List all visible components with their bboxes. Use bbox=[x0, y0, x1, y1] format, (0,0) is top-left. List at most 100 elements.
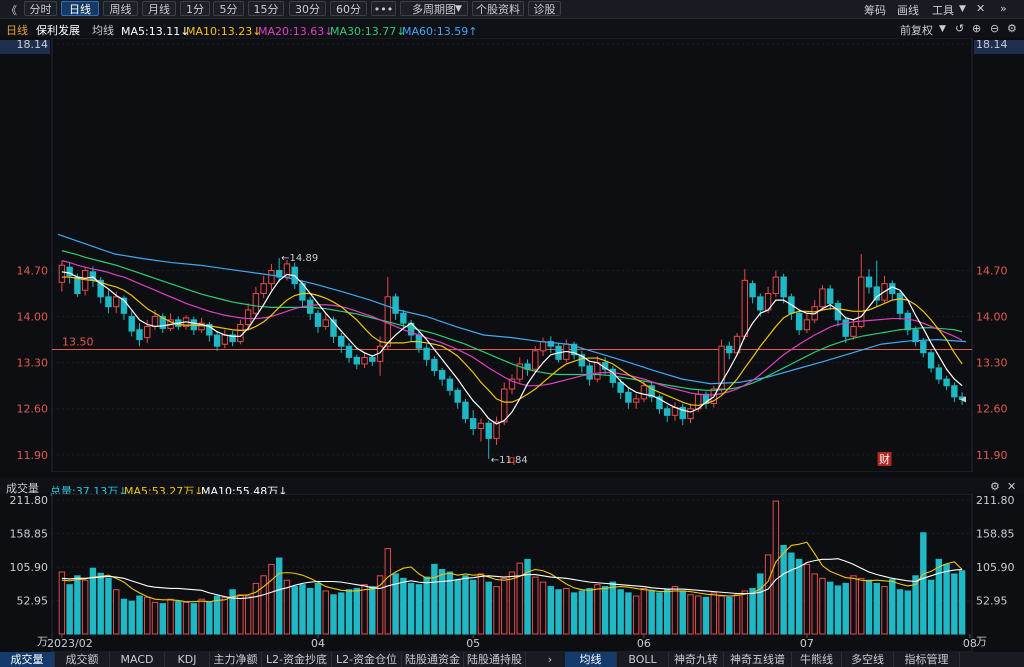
period-button-3[interactable]: 月线 bbox=[142, 1, 176, 16]
candle-body bbox=[850, 325, 857, 337]
tab-indicator-3[interactable]: KDJ bbox=[165, 652, 210, 667]
chips-button[interactable]: 筹码 bbox=[864, 2, 886, 18]
volume-bar bbox=[120, 598, 128, 635]
candle-body bbox=[345, 345, 353, 358]
tab-overlay-0[interactable]: 均线 bbox=[565, 652, 617, 667]
back-icon[interactable]: 《 bbox=[6, 2, 17, 18]
adjust-label[interactable]: 前复权 bbox=[900, 22, 933, 38]
chevron-right-icon[interactable]: » bbox=[1000, 2, 1007, 15]
volume-bar bbox=[826, 581, 834, 635]
tab-indicator-6[interactable]: L2-资金仓位 bbox=[332, 652, 402, 667]
volume-bar bbox=[524, 558, 531, 635]
volume-bar bbox=[105, 577, 112, 635]
period-label: 日线 bbox=[6, 24, 28, 37]
tab-indicator-5[interactable]: L2-资金抄底 bbox=[262, 652, 332, 667]
drawline-button[interactable]: 画线 bbox=[897, 2, 919, 18]
period-button-8[interactable]: 60分 bbox=[330, 1, 367, 16]
volume-bar bbox=[477, 573, 485, 635]
period-button-1[interactable]: 日线 bbox=[61, 1, 99, 16]
zoom-out-icon[interactable]: ⊖ bbox=[990, 22, 999, 35]
period-button-11[interactable]: 个股资料 bbox=[472, 1, 524, 16]
candle-body bbox=[749, 283, 756, 298]
tab-overlay-4[interactable]: 牛熊线 bbox=[792, 652, 842, 667]
tab-overlay-2[interactable]: 神奇九转 bbox=[669, 652, 724, 667]
tab-overlay-5[interactable]: 多空线 bbox=[842, 652, 894, 667]
stock-name: 保利发展 bbox=[36, 24, 80, 37]
volume-bar bbox=[873, 582, 880, 635]
volume-bar bbox=[198, 598, 205, 635]
volume-bar bbox=[532, 576, 539, 635]
volume-bar bbox=[710, 592, 717, 635]
tab-overlay-3[interactable]: 神奇五线谱 bbox=[724, 652, 792, 667]
volume-chart[interactable]: 211.80 211.80 158.85 158.85 105.90 105.90 52.9… bbox=[0, 494, 1024, 652]
candle-body bbox=[322, 319, 329, 327]
chevron-right-icon[interactable]: › bbox=[543, 652, 557, 667]
period-button-9[interactable]: ••• bbox=[371, 1, 396, 16]
close-icon[interactable]: ✕ bbox=[976, 2, 985, 15]
volume-bar bbox=[904, 590, 912, 635]
candle-body bbox=[865, 276, 873, 288]
candle-body bbox=[780, 276, 787, 298]
undo-icon[interactable]: ↺ bbox=[955, 22, 964, 35]
ma-value-1: MA10:13.23↓ bbox=[186, 25, 262, 38]
candle-body bbox=[532, 350, 539, 370]
settings-icon[interactable]: ⚙ bbox=[1007, 22, 1017, 35]
volume-bar bbox=[175, 600, 182, 635]
tab-indicator-1[interactable]: 成交额 bbox=[55, 652, 110, 667]
volume-bar bbox=[858, 577, 865, 635]
candle-body bbox=[858, 276, 865, 327]
tab-overlay-6[interactable]: 指标管理 bbox=[894, 652, 960, 667]
volume-bar bbox=[493, 586, 500, 635]
candle-body bbox=[353, 356, 361, 365]
volume-bar bbox=[842, 582, 849, 635]
period-button-0[interactable]: 分时 bbox=[24, 1, 57, 16]
tab-indicator-7[interactable]: 陆股通资金 bbox=[402, 652, 464, 667]
volume-bar bbox=[314, 582, 322, 635]
period-button-2[interactable]: 周线 bbox=[103, 1, 138, 16]
tools-button[interactable]: 工具 bbox=[932, 2, 954, 18]
period-button-7[interactable]: 30分 bbox=[289, 1, 326, 16]
candle-body bbox=[920, 341, 927, 354]
volume-bar bbox=[431, 563, 438, 635]
chevron-down-icon[interactable]: ▼ bbox=[959, 4, 966, 14]
candle-body bbox=[632, 398, 640, 403]
plot-area bbox=[51, 38, 973, 472]
period-button-5[interactable]: 5分 bbox=[213, 1, 244, 16]
volume-bar bbox=[648, 590, 655, 635]
volume-bar bbox=[213, 595, 221, 635]
candle-body bbox=[477, 422, 485, 429]
volume-bar bbox=[943, 563, 950, 635]
tab-indicator-8[interactable]: 陆股通持股 bbox=[464, 652, 526, 667]
y-tick-label-right: 14.00 bbox=[976, 311, 1008, 324]
y-tick-label-left: 11.90 bbox=[17, 449, 49, 462]
period-button-12[interactable]: 诊股 bbox=[528, 1, 561, 16]
x-tick-label: 05 bbox=[466, 637, 480, 650]
candle-body bbox=[586, 365, 593, 380]
volume-bar bbox=[244, 595, 252, 635]
settings-icon[interactable]: ⚙ bbox=[990, 480, 1000, 493]
candle-body bbox=[314, 312, 322, 327]
candle-body bbox=[927, 352, 935, 369]
volume-bar bbox=[74, 575, 81, 635]
ma-label[interactable]: 均线 bbox=[92, 22, 114, 38]
volume-tick-left: 52.95 bbox=[17, 595, 49, 608]
volume-bar bbox=[237, 594, 244, 635]
dropdown-icon[interactable]: ▼ bbox=[939, 24, 946, 34]
zoom-in-icon[interactable]: ⊕ bbox=[972, 22, 981, 35]
volume-bar bbox=[749, 587, 756, 635]
volume-bar bbox=[268, 563, 275, 635]
tab-indicator-2[interactable]: MACD bbox=[110, 652, 165, 667]
chevron-down-icon[interactable]: ▼ bbox=[455, 4, 462, 14]
volume-bar bbox=[353, 587, 361, 635]
close-icon[interactable]: ✕ bbox=[1007, 480, 1016, 493]
tab-overlay-1[interactable]: BOLL bbox=[617, 652, 669, 667]
period-button-6[interactable]: 15分 bbox=[248, 1, 284, 16]
y-tick-label-right: 11.90 bbox=[976, 449, 1008, 462]
volume-tick-left: 105.90 bbox=[10, 561, 49, 574]
tab-indicator-0[interactable]: 成交量 bbox=[0, 652, 55, 667]
period-button-4[interactable]: 1分 bbox=[180, 1, 210, 16]
volume-bar bbox=[438, 568, 446, 635]
candle-body bbox=[151, 316, 159, 327]
tab-indicator-4[interactable]: 主力净额 bbox=[210, 652, 262, 667]
price-chart[interactable]: 18.14 18.14 14.70 14.70 14.00 14.00 13.30 13.30… bbox=[0, 38, 1024, 472]
